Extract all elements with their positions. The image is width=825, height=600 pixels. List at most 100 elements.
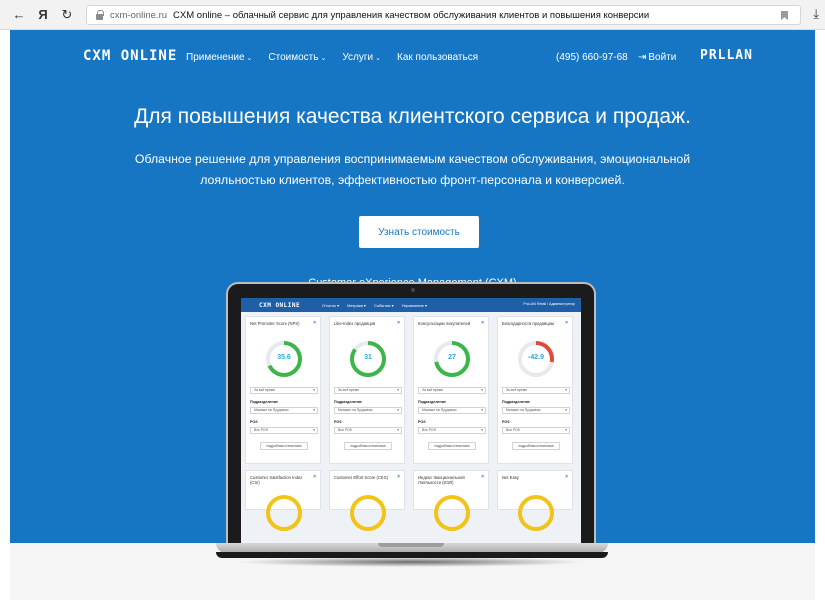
- main-menu: Применение ⌄ Стоимость ⌄ Услуги ⌄ Как пользова…: [186, 52, 478, 63]
- reload-icon[interactable]: ↻: [58, 6, 76, 24]
- card-title: Like-Index продавцов: [334, 321, 376, 326]
- menu-item[interactable]: Стоимость ⌄: [268, 52, 326, 63]
- hero-subtitle: Облачное решение для управления восприни…: [134, 152, 691, 187]
- gauge-value: 31: [364, 354, 372, 361]
- gauge-chart: [348, 493, 388, 533]
- get-price-button[interactable]: Узнать стоимость: [359, 216, 479, 248]
- period-select[interactable]: За всё время: [502, 387, 570, 394]
- close-icon[interactable]: ×: [313, 320, 316, 326]
- chevron-down-icon: ⌄: [246, 55, 253, 62]
- laptop-shadow: [236, 557, 586, 567]
- menu-item[interactable]: Услуги ⌄: [342, 52, 381, 63]
- yandex-icon[interactable]: Я: [34, 6, 52, 24]
- menu-item-label: Услуги: [342, 52, 374, 63]
- metric-card: Индекс Эмоциональной Лояльности (ИЭЛ) ×: [413, 470, 489, 531]
- dept-label: Подразделение: [250, 400, 278, 404]
- app-menu-item[interactable]: Метрики ▾: [347, 303, 366, 308]
- login-icon: ⇥: [638, 52, 647, 63]
- gauge-value: 35.6: [277, 354, 291, 361]
- dept-label: Подразделение: [334, 400, 362, 404]
- login-link[interactable]: ⇥ Войти: [638, 52, 676, 63]
- detailed-stats-button[interactable]: подробная статистика: [512, 442, 560, 450]
- gauge-chart: -42.9: [516, 339, 556, 379]
- pos-select[interactable]: Все POS: [334, 427, 402, 434]
- top-navigation: CXM ONLINE Применение ⌄ Стоимость ⌄ Услуги ⌄ К…: [10, 42, 815, 72]
- dept-select[interactable]: Магазин на Прудовом: [250, 407, 318, 414]
- address-bar[interactable]: cxm-online.ru CXM online – облачный серв…: [86, 5, 801, 25]
- metric-card: Консультации покупателей × 27 За всё время П…: [413, 316, 489, 464]
- page-title: CXM online – облачный сервис для управле…: [173, 9, 650, 21]
- app-menu-item[interactable]: События ▾: [374, 303, 394, 308]
- gauge-chart: 27: [432, 339, 472, 379]
- gauge-chart: [264, 493, 304, 533]
- period-select[interactable]: За всё время: [334, 387, 402, 394]
- close-icon[interactable]: ×: [313, 474, 316, 480]
- menu-item-label: Применение: [186, 52, 245, 63]
- pos-select[interactable]: Все POS: [418, 427, 486, 434]
- metric-card: Like-Index продавцов × 31 За всё время Подра…: [329, 316, 405, 464]
- pos-label: POS: [250, 420, 258, 424]
- close-icon[interactable]: ×: [397, 474, 400, 480]
- period-select[interactable]: За всё время: [418, 387, 486, 394]
- phone-number[interactable]: (495) 660-97-68: [556, 52, 628, 63]
- close-icon[interactable]: ×: [481, 320, 484, 326]
- gauge-value: -42.9: [528, 354, 544, 361]
- app-header: CXM ONLINE Отчеты ▾ Метрики ▾ События ▾ Упр…: [241, 298, 581, 312]
- laptop-notch: [378, 543, 444, 547]
- gauge-chart: [516, 493, 556, 533]
- detailed-stats-button[interactable]: подробная статистика: [344, 442, 392, 450]
- app-menu-item[interactable]: Управление ▾: [402, 303, 427, 308]
- hero-headline: Для повышения качества клиентского серви…: [134, 105, 691, 128]
- card-title: Консультации покупателей: [418, 321, 471, 326]
- dept-select[interactable]: Магазин на Прудовом: [502, 407, 570, 414]
- app-logo: CXM ONLINE: [259, 301, 301, 309]
- menu-item[interactable]: Применение ⌄: [186, 52, 252, 63]
- gauge-chart: 31: [348, 339, 388, 379]
- pos-select[interactable]: Все POS: [250, 427, 318, 434]
- close-icon[interactable]: ×: [565, 320, 568, 326]
- dashboard-screenshot: CXM ONLINE Отчеты ▾ Метрики ▾ События ▾ Упр…: [241, 298, 581, 544]
- cxm-logo[interactable]: CXM ONLINE: [83, 48, 177, 64]
- lock-icon: [95, 10, 104, 20]
- app-menu: Отчеты ▾ Метрики ▾ События ▾ Управление ▾: [322, 303, 427, 308]
- menu-item-label: Как пользоваться: [397, 52, 479, 63]
- card-title: Customer Effort Score (CES): [334, 475, 388, 480]
- url-domain: cxm-online.ru: [110, 9, 168, 21]
- metric-card: Net Easy ×: [497, 470, 573, 531]
- close-icon[interactable]: ×: [481, 474, 484, 480]
- metric-card: Благодарности продавцам × -42.9 За всё врем…: [497, 316, 573, 464]
- laptop-mockup: CXM ONLINE Отчеты ▾ Метрики ▾ События ▾ Упр…: [226, 282, 596, 544]
- card-title: Net Promoter Score (NPS): [250, 321, 300, 326]
- dept-select[interactable]: Магазин на Прудовом: [418, 407, 486, 414]
- pos-label: POS: [418, 420, 426, 424]
- period-select[interactable]: За всё время: [250, 387, 318, 394]
- metric-card: Net Promoter Score (NPS) × 35.6 За всё врем…: [245, 316, 321, 464]
- chevron-down-icon: ⌄: [320, 55, 327, 62]
- menu-item-label: Стоимость: [268, 52, 319, 63]
- pos-label: POS: [502, 420, 510, 424]
- pos-select[interactable]: Все POS: [502, 427, 570, 434]
- card-title: Благодарности продавцам: [502, 321, 554, 326]
- menu-item[interactable]: Как пользоваться: [397, 52, 478, 63]
- camera-dot: [411, 288, 415, 292]
- chevron-down-icon: ⌄: [375, 55, 381, 62]
- download-icon[interactable]: ⤓: [813, 6, 819, 22]
- gauge-chart: 35.6: [264, 339, 304, 379]
- prolan-logo[interactable]: PRLLAN: [700, 48, 753, 63]
- close-icon[interactable]: ×: [397, 320, 400, 326]
- dept-select[interactable]: Магазин на Прудовом: [334, 407, 402, 414]
- bookmark-icon[interactable]: [781, 11, 788, 20]
- dept-label: Подразделение: [502, 400, 530, 404]
- browser-toolbar: ← Я ↻ cxm-online.ru CXM online – облачны…: [0, 0, 825, 30]
- app-menu-item[interactable]: Отчеты ▾: [322, 303, 339, 308]
- dept-label: Подразделение: [418, 400, 446, 404]
- card-title: Customer Satisfaction Index (CSI): [250, 475, 303, 485]
- pos-label: POS: [334, 420, 342, 424]
- detailed-stats-button[interactable]: подробная статистика: [260, 442, 308, 450]
- detailed-stats-button[interactable]: подробная статистика: [428, 442, 476, 450]
- back-arrow-icon[interactable]: ←: [10, 6, 28, 24]
- metric-card: Customer Effort Score (CES) ×: [329, 470, 405, 531]
- close-icon[interactable]: ×: [565, 474, 568, 480]
- gauge-chart: [432, 493, 472, 533]
- metric-card: Customer Satisfaction Index (CSI) ×: [245, 470, 321, 531]
